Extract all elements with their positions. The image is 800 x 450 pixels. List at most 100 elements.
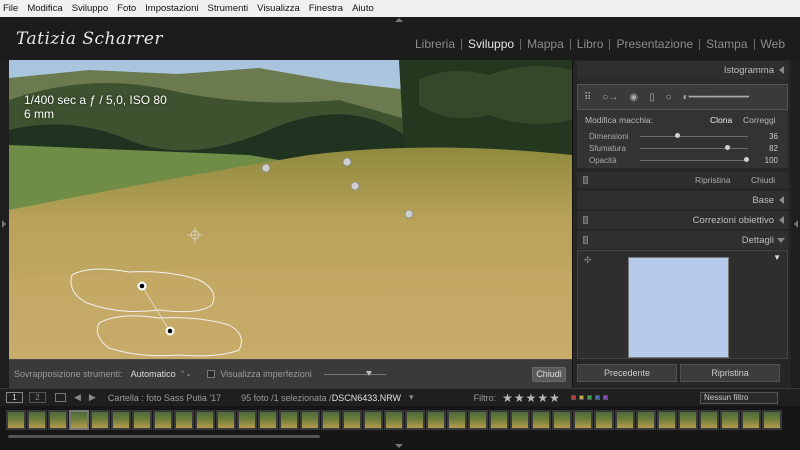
filmstrip-thumbnail[interactable] [657, 410, 677, 430]
filmstrip-thumbnail[interactable] [678, 410, 698, 430]
filmstrip-thumbnail[interactable] [405, 410, 425, 430]
opacity-track[interactable] [640, 160, 748, 161]
filmstrip-thumbnail[interactable] [699, 410, 719, 430]
color-label-filter[interactable] [570, 395, 611, 400]
histogram-header[interactable]: Istogramma [577, 61, 788, 79]
module-web[interactable]: Web [755, 37, 791, 51]
menu-item-finestra[interactable]: Finestra [305, 3, 348, 14]
filmstrip[interactable] [0, 406, 800, 450]
filmstrip-thumbnail[interactable] [48, 410, 68, 430]
filmstrip-thumbnail[interactable] [762, 410, 782, 430]
menu-item-foto[interactable]: Foto [113, 3, 141, 14]
menu-item-modifica[interactable]: Modifica [23, 3, 67, 14]
filmstrip-thumbnail[interactable] [321, 410, 341, 430]
panel-switch-icon[interactable] [583, 216, 588, 224]
menu-item-impostazioni[interactable]: Impostazioni [141, 3, 203, 14]
collapse-top-panel-icon[interactable] [395, 18, 403, 22]
filmstrip-thumbnail[interactable] [384, 410, 404, 430]
filmstrip-thumbnail[interactable] [489, 410, 509, 430]
expand-left-panel-icon[interactable] [2, 220, 6, 228]
section-detail[interactable]: Dettagli [577, 231, 788, 249]
primary-display-button[interactable]: 1 [6, 392, 23, 403]
current-file-name[interactable]: DSCN6433.NRW [332, 393, 401, 403]
color-label-swatch[interactable] [578, 395, 584, 400]
section-lens-corrections[interactable]: Correzioni obiettivo [577, 211, 788, 229]
menu-item-file[interactable]: File [0, 3, 23, 14]
radial-filter-icon[interactable]: ○ [666, 92, 672, 103]
slider-knob[interactable] [365, 370, 372, 376]
filmstrip-thumbnail[interactable] [510, 410, 530, 430]
filmstrip-thumbnail[interactable] [279, 410, 299, 430]
feather-knob[interactable] [725, 145, 731, 150]
size-value[interactable]: 36 [769, 132, 778, 141]
target-icon[interactable]: ✣ [584, 255, 592, 266]
clone-mode-option[interactable]: Clona [710, 115, 732, 125]
source-folder[interactable]: Cartella : foto Sass Putia '17 [108, 393, 221, 403]
filmstrip-thumbnail[interactable] [636, 410, 656, 430]
color-label-swatch[interactable] [586, 395, 592, 400]
filmstrip-thumbnail[interactable] [111, 410, 131, 430]
filmstrip-thumbnail[interactable] [615, 410, 635, 430]
feather-slider[interactable]: Sfumatura 82 [585, 144, 780, 153]
size-track[interactable] [640, 136, 748, 137]
filmstrip-thumbnail[interactable] [153, 410, 173, 430]
color-label-swatch[interactable] [594, 395, 600, 400]
size-knob[interactable] [675, 133, 681, 138]
filmstrip-thumbnail[interactable] [132, 410, 152, 430]
filmstrip-thumbnail[interactable] [90, 410, 110, 430]
back-arrow-icon[interactable]: ◀ [74, 392, 81, 403]
panel-switch-icon[interactable] [583, 236, 588, 244]
feather-value[interactable]: 82 [769, 144, 778, 153]
right-panel-edge[interactable] [791, 60, 800, 388]
filmstrip-thumbnail[interactable] [258, 410, 278, 430]
filmstrip-thumbnail[interactable] [573, 410, 593, 430]
spot-removal-tool-icon[interactable]: ○→ [602, 92, 618, 103]
preview-menu-icon[interactable]: ▼ [773, 253, 781, 262]
filmstrip-thumbnail[interactable] [300, 410, 320, 430]
previous-button[interactable]: Precedente [577, 364, 677, 382]
filmstrip-thumbnail[interactable] [27, 410, 47, 430]
overlay-select[interactable]: Automatico ⌃⌄ [131, 369, 192, 379]
module-libreria[interactable]: Libreria [409, 37, 461, 51]
graduated-filter-icon[interactable]: ▯ [649, 92, 655, 103]
module-presentazione[interactable]: Presentazione [610, 37, 699, 51]
module-mappa[interactable]: Mappa [521, 37, 570, 51]
filmstrip-scrollbar[interactable] [8, 435, 320, 438]
photo-canvas[interactable]: 1/400 sec a ƒ / 5,0, ISO 80 6 mm [9, 60, 572, 359]
menu-item-visualizza[interactable]: Visualizza [253, 3, 305, 14]
filmstrip-thumbnail[interactable] [552, 410, 572, 430]
rating-filter-stars[interactable]: ★★★★★ [502, 391, 561, 405]
filmstrip-thumbnail[interactable] [69, 410, 89, 430]
filmstrip-thumbnail[interactable] [468, 410, 488, 430]
filmstrip-thumbnail[interactable] [594, 410, 614, 430]
forward-arrow-icon[interactable]: ▶ [89, 392, 96, 403]
section-basic[interactable]: Base [577, 191, 788, 209]
crop-tool-icon[interactable]: ⠿ [584, 92, 591, 103]
filmstrip-thumbnail[interactable] [741, 410, 761, 430]
collapse-right-panel-icon[interactable] [794, 220, 798, 228]
filmstrip-thumbnail[interactable] [6, 410, 26, 430]
feather-track[interactable] [640, 148, 748, 149]
filmstrip-thumbnail[interactable] [426, 410, 446, 430]
menu-item-sviluppo[interactable]: Sviluppo [68, 3, 113, 14]
color-label-swatch[interactable] [602, 395, 608, 400]
filmstrip-thumbnail[interactable] [216, 410, 236, 430]
spot-reset-button[interactable]: Ripristina [695, 175, 730, 185]
opacity-slider[interactable]: Opacità 100 [585, 156, 780, 165]
filmstrip-thumbnail[interactable] [174, 410, 194, 430]
opacity-value[interactable]: 100 [765, 156, 778, 165]
filmstrip-thumbnail[interactable] [237, 410, 257, 430]
file-menu-dropdown-icon[interactable]: ▾ [409, 392, 414, 403]
color-label-swatch[interactable] [570, 395, 576, 400]
spot-close-button[interactable]: Chiudi [751, 175, 775, 185]
filmstrip-thumbnail[interactable] [531, 410, 551, 430]
visualize-threshold-slider[interactable] [323, 370, 386, 376]
menu-item-strumenti[interactable]: Strumenti [204, 3, 254, 14]
module-libro[interactable]: Libro [571, 37, 610, 51]
visualize-spots-checkbox[interactable] [207, 370, 216, 378]
reset-button[interactable]: Ripristina [680, 364, 780, 382]
filmstrip-thumbnail[interactable] [195, 410, 215, 430]
filmstrip-thumbnail[interactable] [720, 410, 740, 430]
filter-preset-select[interactable]: Nessun filtro [700, 392, 778, 404]
filmstrip-thumbnail[interactable] [363, 410, 383, 430]
